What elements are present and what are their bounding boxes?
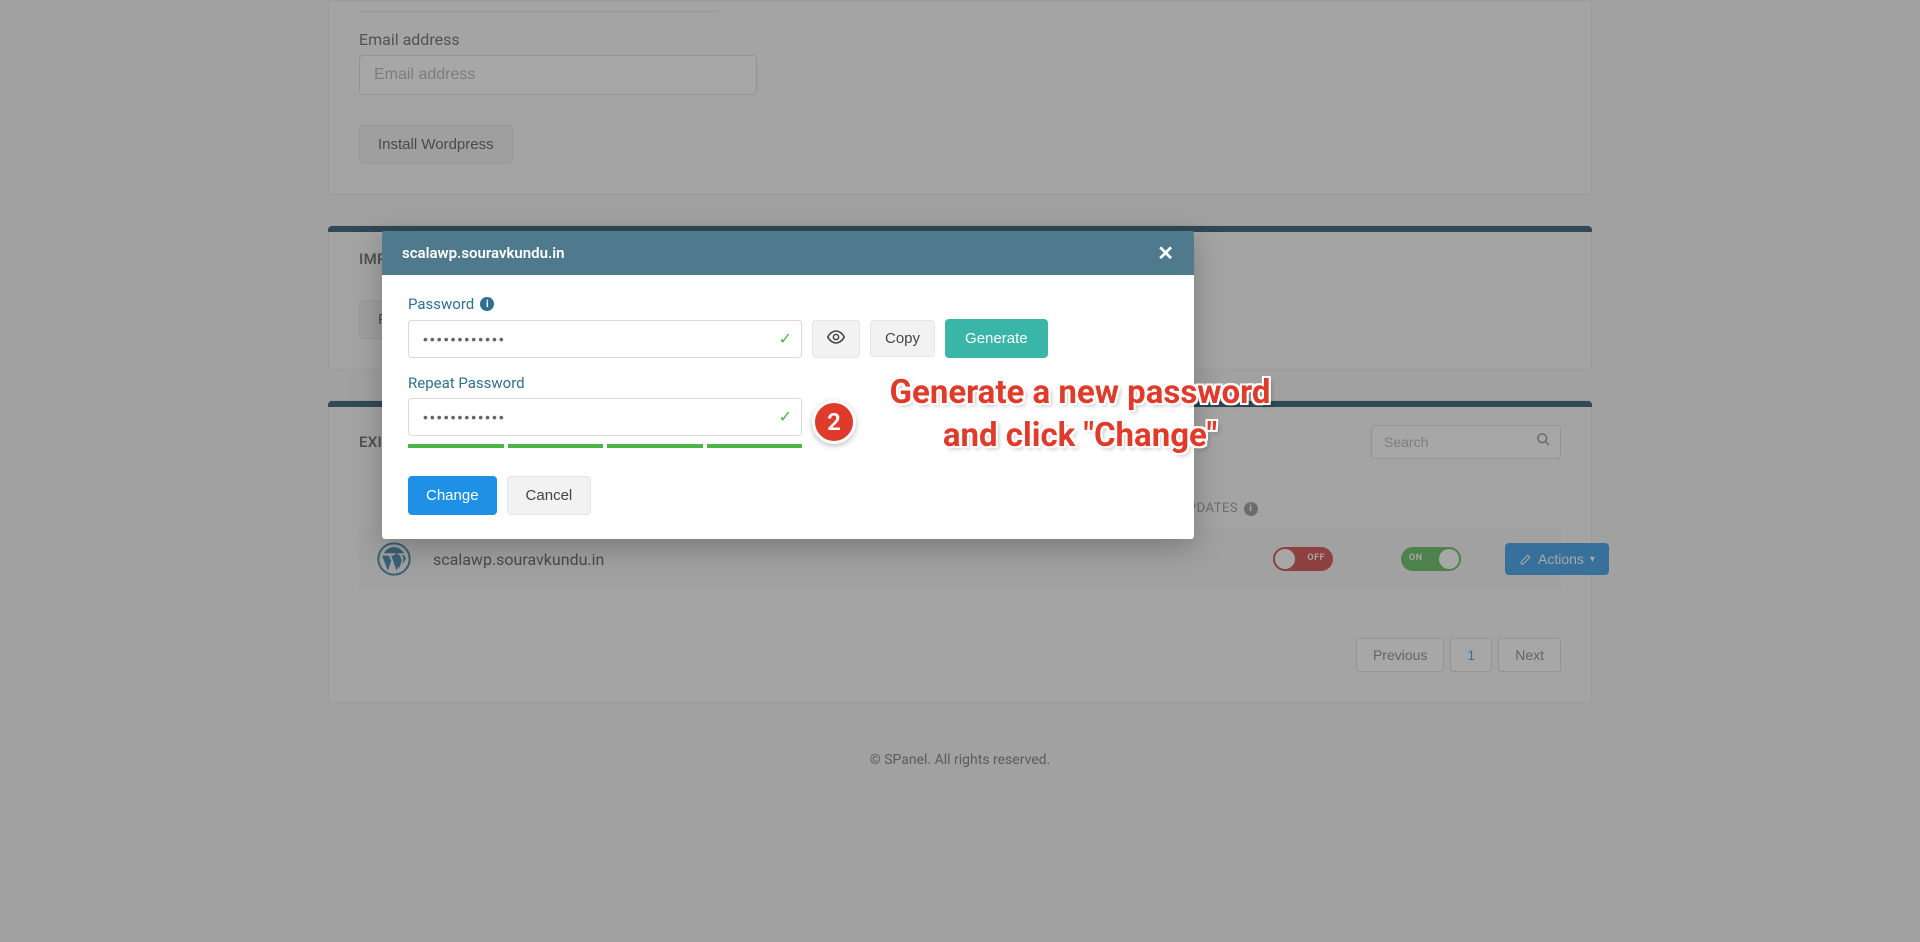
strength-segment [408,444,504,448]
copy-button[interactable]: Copy [870,320,935,357]
annotation-text: Generate a new password and click "Chang… [880,372,1280,458]
password-label-text: Password [408,295,474,313]
check-icon: ✓ [779,329,792,348]
password-field[interactable] [408,320,802,358]
modal-header: scalawp.souravkundu.in ✕ [382,231,1194,275]
strength-segment [508,444,604,448]
annotation-badge: 2 [812,400,856,444]
info-icon[interactable]: i [480,297,494,311]
change-button[interactable]: Change [408,476,497,515]
password-strength-bar [408,444,802,448]
close-icon[interactable]: ✕ [1157,243,1174,263]
toggle-visibility-button[interactable] [812,320,860,358]
check-icon: ✓ [779,407,792,426]
password-label: Password i [408,295,1168,313]
cancel-button[interactable]: Cancel [507,476,592,515]
strength-segment [707,444,803,448]
generate-button[interactable]: Generate [945,319,1048,358]
eye-icon [827,330,845,344]
repeat-password-field[interactable] [408,398,802,436]
modal-title: scalawp.souravkundu.in [402,244,565,262]
strength-segment [607,444,703,448]
